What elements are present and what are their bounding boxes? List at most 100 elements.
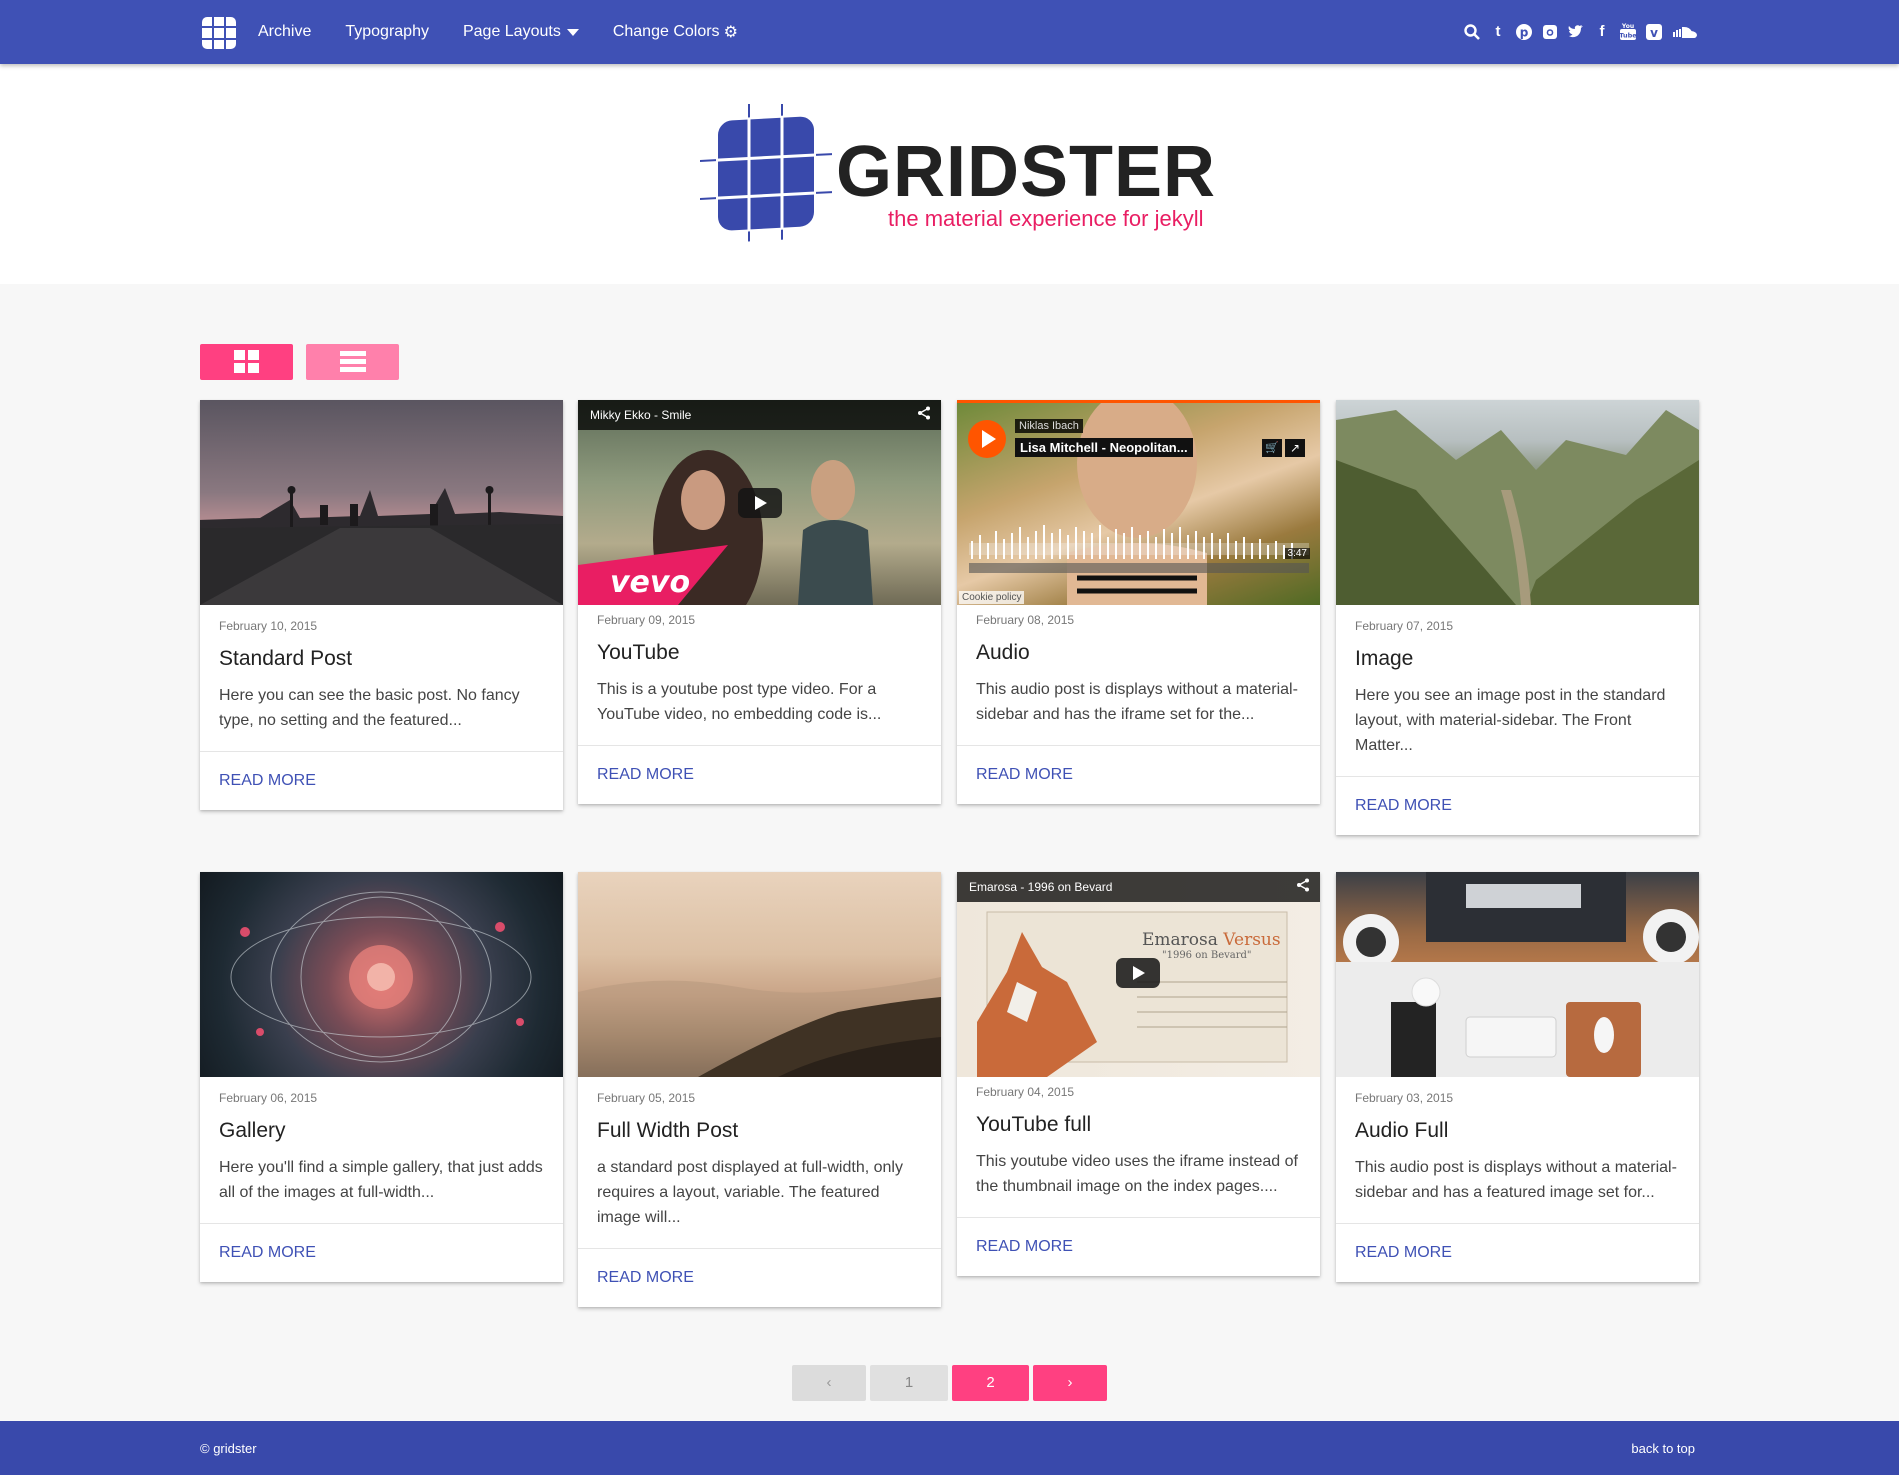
play-circle-icon[interactable] <box>967 419 1007 459</box>
post-title[interactable]: Standard Post <box>219 647 544 671</box>
desk-setup <box>1336 872 1699 1077</box>
svg-text:You: You <box>1621 23 1634 30</box>
post-thumbnail[interactable] <box>200 400 563 605</box>
post-excerpt: Here you see an image post in the standa… <box>1355 687 1666 754</box>
track-title[interactable]: Lisa Mitchell - Neopolitan... <box>1015 438 1193 457</box>
post-thumbnail[interactable] <box>1336 400 1699 605</box>
chevron-left-icon: ‹ <box>826 1374 832 1391</box>
post-card: vevo Mikky Ekko - Smile February 09, 201… <box>578 400 941 804</box>
read-more-link[interactable]: READ MORE <box>597 1269 694 1286</box>
top-navbar: Archive Typography Page Layouts Change C… <box>0 0 1899 64</box>
post-title[interactable]: YouTube <box>597 641 922 665</box>
grid-icon <box>233 350 259 373</box>
gridster-logo-icon[interactable] <box>199 14 239 52</box>
nav-typography[interactable]: Typography <box>345 23 429 41</box>
gridster-brand-icon[interactable] <box>700 104 832 244</box>
post-excerpt: This audio post is displays without a ma… <box>976 681 1298 723</box>
page-number: 2 <box>986 1374 995 1391</box>
cart-icon[interactable]: 🛒 <box>1262 439 1282 457</box>
svg-text:Tube: Tube <box>1619 32 1637 40</box>
page-1-button[interactable]: 1 <box>870 1365 948 1401</box>
post-date: February 06, 2015 <box>219 1091 318 1105</box>
site-subtitle: the material experience for jekyll <box>888 206 1204 231</box>
list-view-button[interactable] <box>306 344 399 380</box>
post-title[interactable]: Full Width Post <box>597 1119 922 1143</box>
track-duration: 3:47 <box>1284 548 1310 559</box>
nav-page-layouts[interactable]: Page Layouts <box>463 23 579 41</box>
post-title[interactable]: Audio Full <box>1355 1119 1680 1143</box>
instagram-icon[interactable] <box>1541 23 1559 41</box>
post-thumbnail[interactable] <box>578 872 941 1077</box>
site-header: GRIDSTER the material experience for jek… <box>0 64 1899 284</box>
misty-hills <box>578 977 941 1077</box>
vimeo-icon[interactable]: v <box>1645 23 1663 41</box>
post-excerpt: Here you can see the basic post. No fanc… <box>219 687 520 729</box>
tumblr-icon[interactable]: t <box>1489 23 1507 41</box>
nav-page-layouts-label: Page Layouts <box>462 23 561 40</box>
mountain-valley <box>1336 410 1699 605</box>
post-card: February 06, 2015 Gallery Here you'll fi… <box>200 872 563 1282</box>
read-more-link[interactable]: READ MORE <box>597 766 694 783</box>
search-icon[interactable] <box>1463 23 1481 41</box>
prev-page-button[interactable]: ‹ <box>792 1365 866 1401</box>
audio-embed[interactable]: Niklas Ibach Lisa Mitchell - Neopolitan.… <box>957 400 1320 605</box>
twitter-icon[interactable] <box>1567 23 1585 41</box>
svg-text:p: p <box>1520 26 1529 40</box>
list-icon <box>339 351 366 372</box>
grid-view-button[interactable] <box>200 344 293 380</box>
post-title[interactable]: Image <box>1355 647 1680 671</box>
page-2-button[interactable]: 2 <box>952 1365 1029 1401</box>
read-more-link[interactable]: READ MORE <box>976 766 1073 783</box>
poster-subtitle: "1996 on Bevard" <box>1162 950 1252 961</box>
poster-title-a: Emarosa <box>1142 930 1218 950</box>
track-artist[interactable]: Niklas Ibach <box>1015 419 1083 433</box>
read-more-link[interactable]: READ MORE <box>1355 1244 1452 1261</box>
cookie-policy-link[interactable]: Cookie policy <box>959 591 1025 604</box>
share-icon[interactable]: ↗ <box>1285 439 1305 457</box>
post-thumbnail[interactable] <box>1336 872 1699 1077</box>
bridge-silhouette <box>200 486 563 605</box>
video-embed[interactable]: Emarosa Versus "1996 on Bevard" Emarosa … <box>957 872 1320 1077</box>
post-thumbnail[interactable] <box>200 872 563 1077</box>
nav-archive[interactable]: Archive <box>258 23 311 41</box>
read-more-link[interactable]: READ MORE <box>219 1244 316 1261</box>
back-to-top-link[interactable]: back to top <box>1631 1441 1695 1456</box>
play-button[interactable] <box>1116 958 1160 988</box>
youtube-icon[interactable]: You Tube <box>1619 23 1637 41</box>
post-card: Emarosa Versus "1996 on Bevard" Emarosa … <box>957 872 1320 1276</box>
caret-down-icon <box>566 28 579 36</box>
fractal-flower <box>230 891 532 1063</box>
next-page-button[interactable]: › <box>1033 1365 1107 1401</box>
read-more-link[interactable]: READ MORE <box>976 1238 1073 1255</box>
audio-cover <box>969 403 1309 605</box>
post-excerpt: a standard post displayed at full-width,… <box>597 1159 903 1226</box>
video-title[interactable]: Emarosa - 1996 on Bevard <box>969 880 1112 894</box>
post-title[interactable]: Audio <box>976 641 1301 665</box>
post-excerpt: Here you'll find a simple gallery, that … <box>219 1159 543 1201</box>
share-icon[interactable] <box>1296 872 1310 902</box>
chevron-right-icon: › <box>1067 1374 1073 1391</box>
nav-archive-label: Archive <box>258 23 312 40</box>
video-title-bar: Emarosa - 1996 on Bevard <box>957 872 1320 902</box>
nav-change-colors[interactable]: Change Colors ⚙ <box>613 22 738 42</box>
soundcloud-icon[interactable] <box>1671 23 1697 41</box>
post-card: Niklas Ibach Lisa Mitchell - Neopolitan.… <box>957 400 1320 804</box>
video-title[interactable]: Mikky Ekko - Smile <box>590 408 691 422</box>
facebook-icon[interactable]: f <box>1593 23 1611 41</box>
read-more-link[interactable]: READ MORE <box>219 772 316 789</box>
gear-icon: ⚙ <box>723 24 738 41</box>
video-embed[interactable]: vevo Mikky Ekko - Smile <box>578 400 941 605</box>
play-button[interactable] <box>738 488 782 518</box>
post-card: February 05, 2015 Full Width Post a stan… <box>578 872 941 1307</box>
pinterest-icon[interactable]: p <box>1515 23 1533 41</box>
vevo-logo: vevo <box>610 565 691 600</box>
post-date: February 07, 2015 <box>1355 619 1454 633</box>
social-icons: t p f You Tube v <box>1455 0 1697 64</box>
read-more-link[interactable]: READ MORE <box>1355 797 1452 814</box>
site-title[interactable]: GRIDSTER <box>836 136 1216 208</box>
share-icon[interactable] <box>917 400 931 430</box>
post-title[interactable]: YouTube full <box>976 1113 1301 1137</box>
site-footer: © gridster back to top <box>0 1421 1899 1475</box>
post-title[interactable]: Gallery <box>219 1119 544 1143</box>
copyright-text: © gridster <box>200 1441 257 1456</box>
